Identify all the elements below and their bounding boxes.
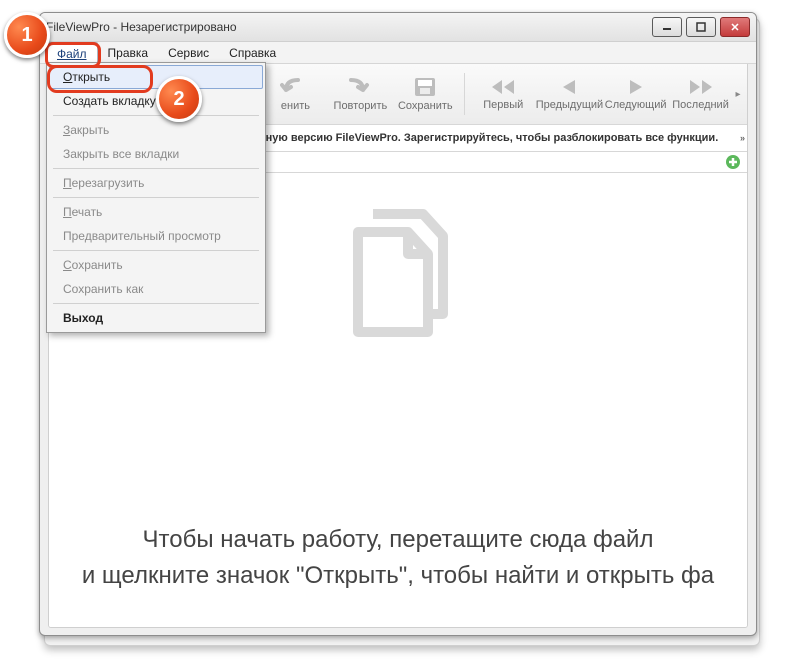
close-button[interactable]: ✕ [720,17,750,37]
menu-help[interactable]: Справка [219,42,286,63]
notice-scroll-icon[interactable]: » [740,125,745,151]
redo-icon [345,76,375,98]
menuitem-close[interactable]: Закрыть [49,118,263,142]
toolbar-redo[interactable]: Повторить [328,72,393,116]
toolbar-label: Повторить [334,100,388,112]
toolbar-last[interactable]: Последний [668,73,733,115]
drop-hint: Чтобы начать работу, перетащите сюда фай… [49,522,747,594]
titlebar[interactable]: FileViewPro - Незарегистрировано ✕ [40,13,756,42]
menu-service[interactable]: Сервис [158,42,219,63]
drop-hint-line2: и щелкните значок "Открыть", чтобы найти… [49,558,747,594]
last-icon [686,77,716,97]
toolbar-next[interactable]: Следующий [603,73,668,115]
stage: { "window": { "title": "FileViewPro - Не… [0,0,787,668]
save-icon [412,76,438,98]
menuitem-close-all[interactable]: Закрыть все вкладки [49,142,263,166]
toolbar-label: Последний [672,99,729,111]
add-tab-button[interactable] [725,154,741,170]
menubar: Файл Правка Сервис Справка [40,42,756,64]
window-controls: ✕ [648,17,750,37]
toolbar-label: Следующий [605,99,667,111]
prev-icon [557,77,581,97]
undo-icon [280,76,310,98]
menuitem-reload[interactable]: Перезагрузить [49,171,263,195]
maximize-button[interactable] [686,17,716,37]
toolbar-label: енить [281,100,310,112]
annotation-marker-2: 2 [156,76,202,122]
annotation-marker-1: 1 [4,12,50,58]
minimize-button[interactable] [652,17,682,37]
toolbar-label: Первый [483,99,523,111]
next-icon [624,77,648,97]
menuitem-print[interactable]: Печать [49,200,263,224]
document-stack-icon [328,192,468,352]
drop-hint-line1: Чтобы начать работу, перетащите сюда фай… [49,522,747,558]
menuitem-exit[interactable]: Выход [49,306,263,330]
notice-text: нную версию FileViewPro. Зарегистрируйте… [259,132,718,144]
toolbar-save[interactable]: Сохранить [393,72,458,116]
menuitem-save[interactable]: Сохранить [49,253,263,277]
toolbar-label: Предыдущий [536,99,603,111]
toolbar-overflow[interactable]: ▸ [733,89,743,100]
annotation-box-2 [47,65,153,93]
menu-edit[interactable]: Правка [98,42,159,63]
first-icon [488,77,518,97]
toolbar-first[interactable]: Первый [471,73,536,115]
menuitem-preview[interactable]: Предварительный просмотр [49,224,263,248]
window-title: FileViewPro - Незарегистрировано [46,20,237,34]
toolbar-label: Сохранить [398,100,453,112]
menuitem-save-as[interactable]: Сохранить как [49,277,263,301]
toolbar-undo[interactable]: енить [263,72,328,116]
toolbar-prev[interactable]: Предыдущий [536,73,603,115]
plus-icon [725,154,741,170]
